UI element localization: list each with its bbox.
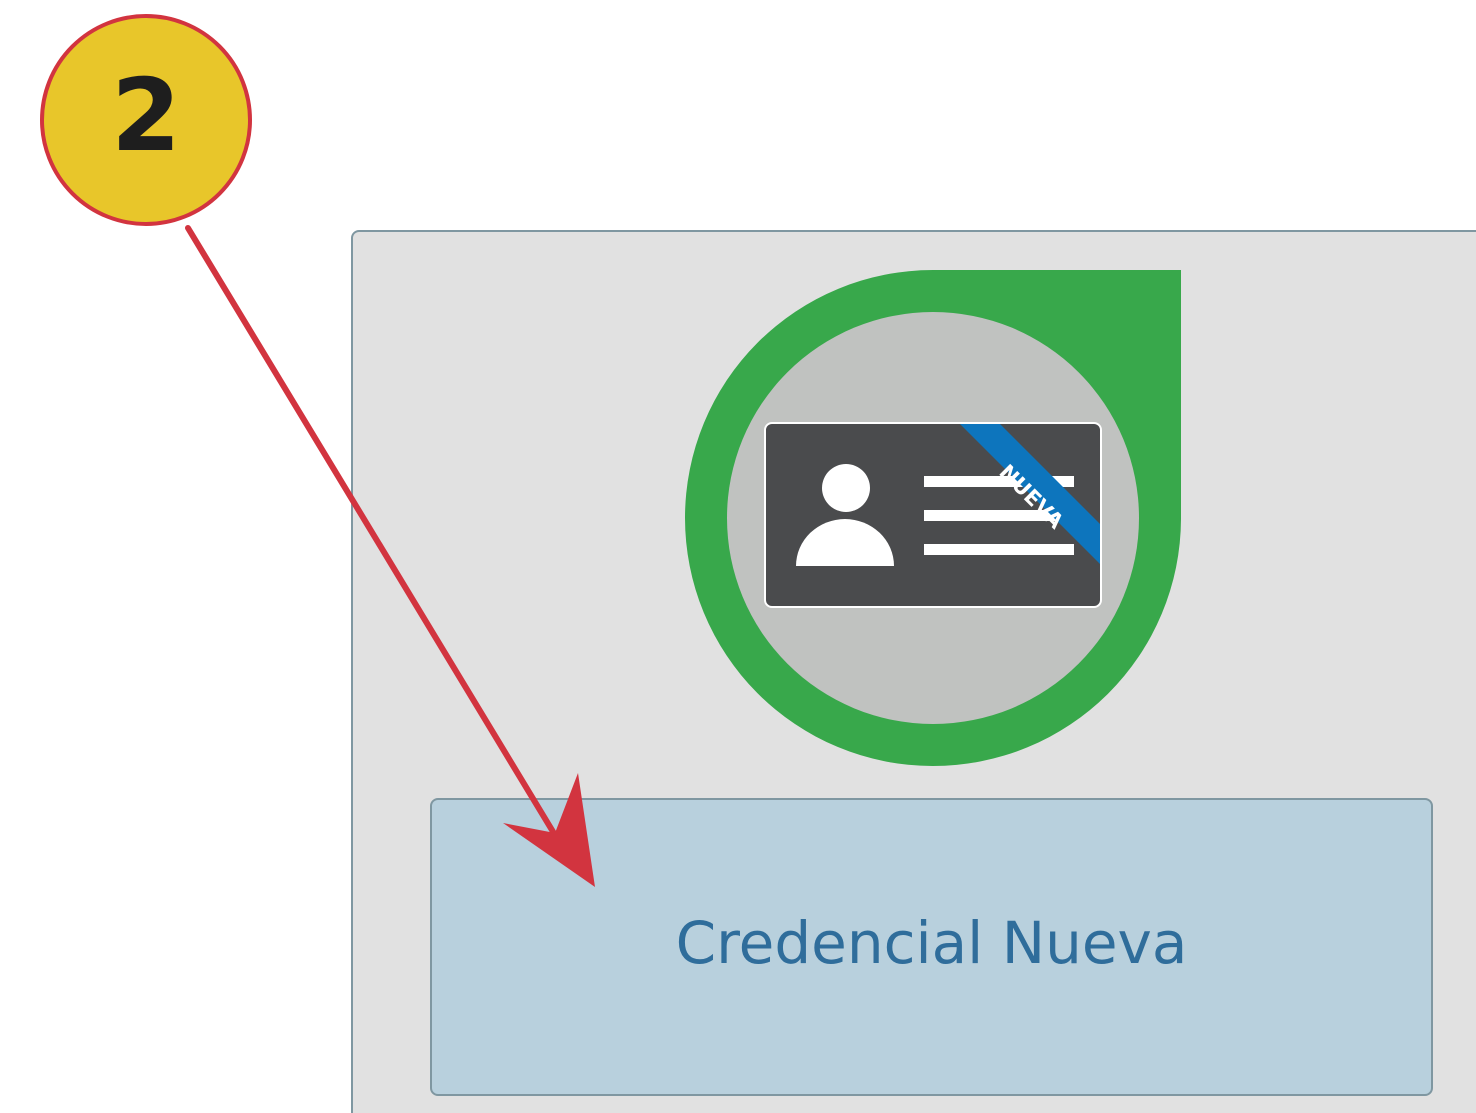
new-credential-button-label: Credencial Nueva — [675, 909, 1188, 977]
tutorial-stage: 2 NUEVA Credencial Nueva — [0, 0, 1476, 1113]
step-badge: 2 — [40, 14, 252, 226]
new-credential-card-icon: NUEVA — [682, 268, 1184, 770]
person-head-icon — [822, 464, 870, 512]
card-line-3 — [924, 544, 1074, 555]
new-credential-button[interactable]: Credencial Nueva — [430, 798, 1433, 1096]
step-number: 2 — [111, 57, 181, 174]
